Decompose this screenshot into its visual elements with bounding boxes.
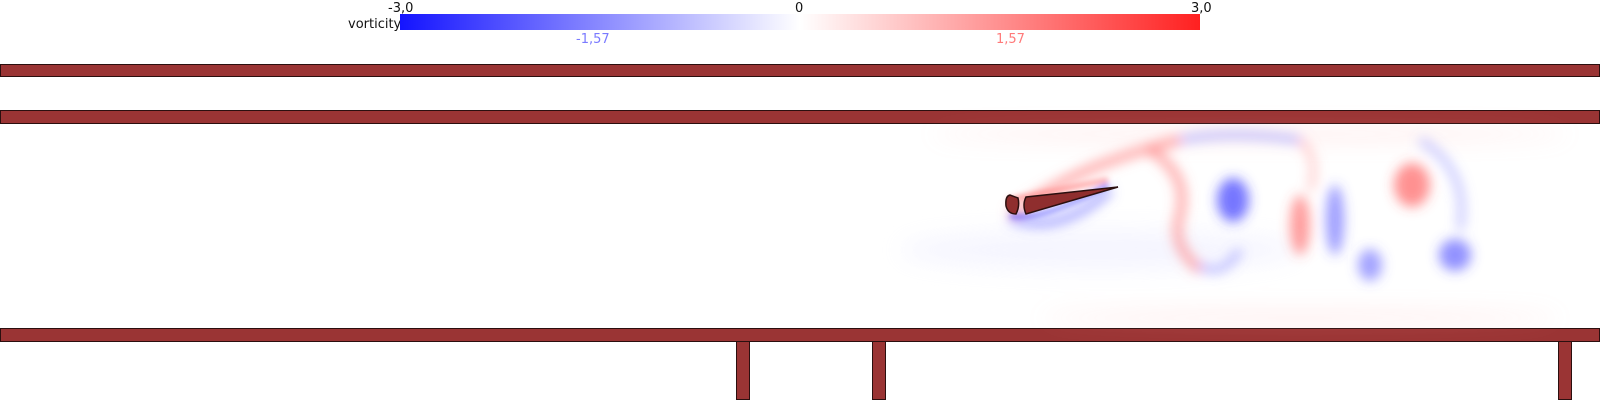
faint-wake (900, 129, 1570, 323)
vorticity-field (900, 129, 1570, 323)
